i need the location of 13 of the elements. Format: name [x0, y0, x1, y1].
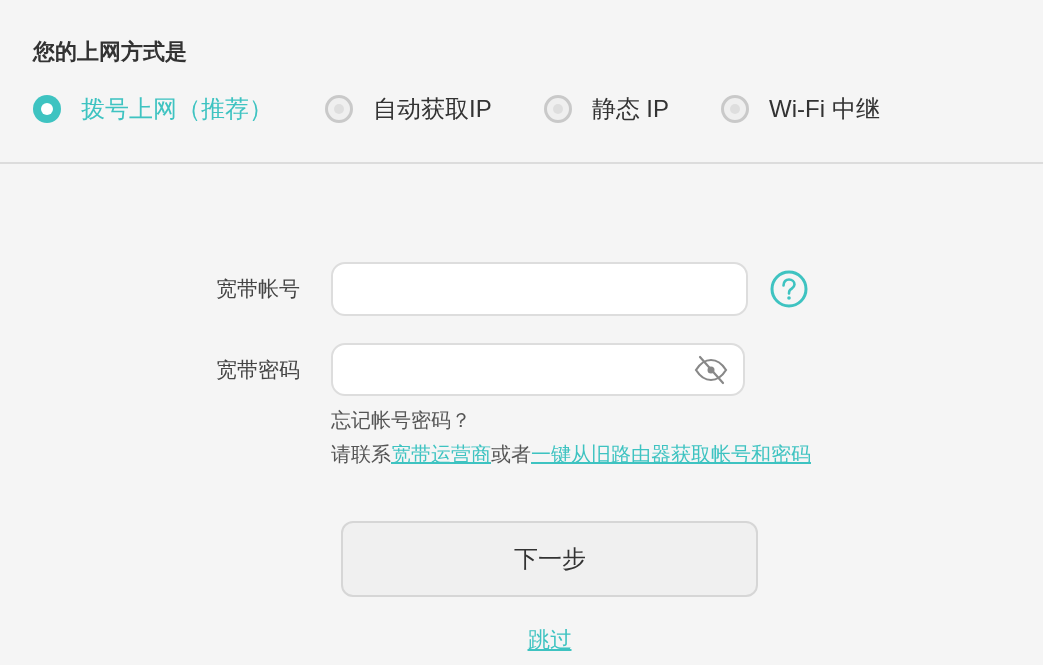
help-icon[interactable]: [770, 270, 808, 308]
forgot-question: 忘记帐号密码？: [331, 408, 471, 433]
next-button[interactable]: 下一步: [341, 521, 758, 597]
account-input-field[interactable]: [331, 262, 748, 316]
eye-slash-icon[interactable]: [693, 354, 729, 385]
field-label: 宽带帐号: [216, 276, 300, 302]
section-title: 您的上网方式是: [33, 38, 187, 66]
field-label: 宽带密码: [216, 356, 300, 383]
connection-type-radio[interactable]: 自动获取IP: [325, 93, 492, 125]
password-input-field[interactable]: [331, 343, 745, 396]
connection-type-radio[interactable]: 静态 IP: [543, 93, 670, 125]
contact-hint: 请联系宽带运营商或者一键从旧路由器获取帐号和密码: [331, 442, 811, 467]
connection-type-radio[interactable]: Wi-Fi 中继: [721, 93, 880, 125]
